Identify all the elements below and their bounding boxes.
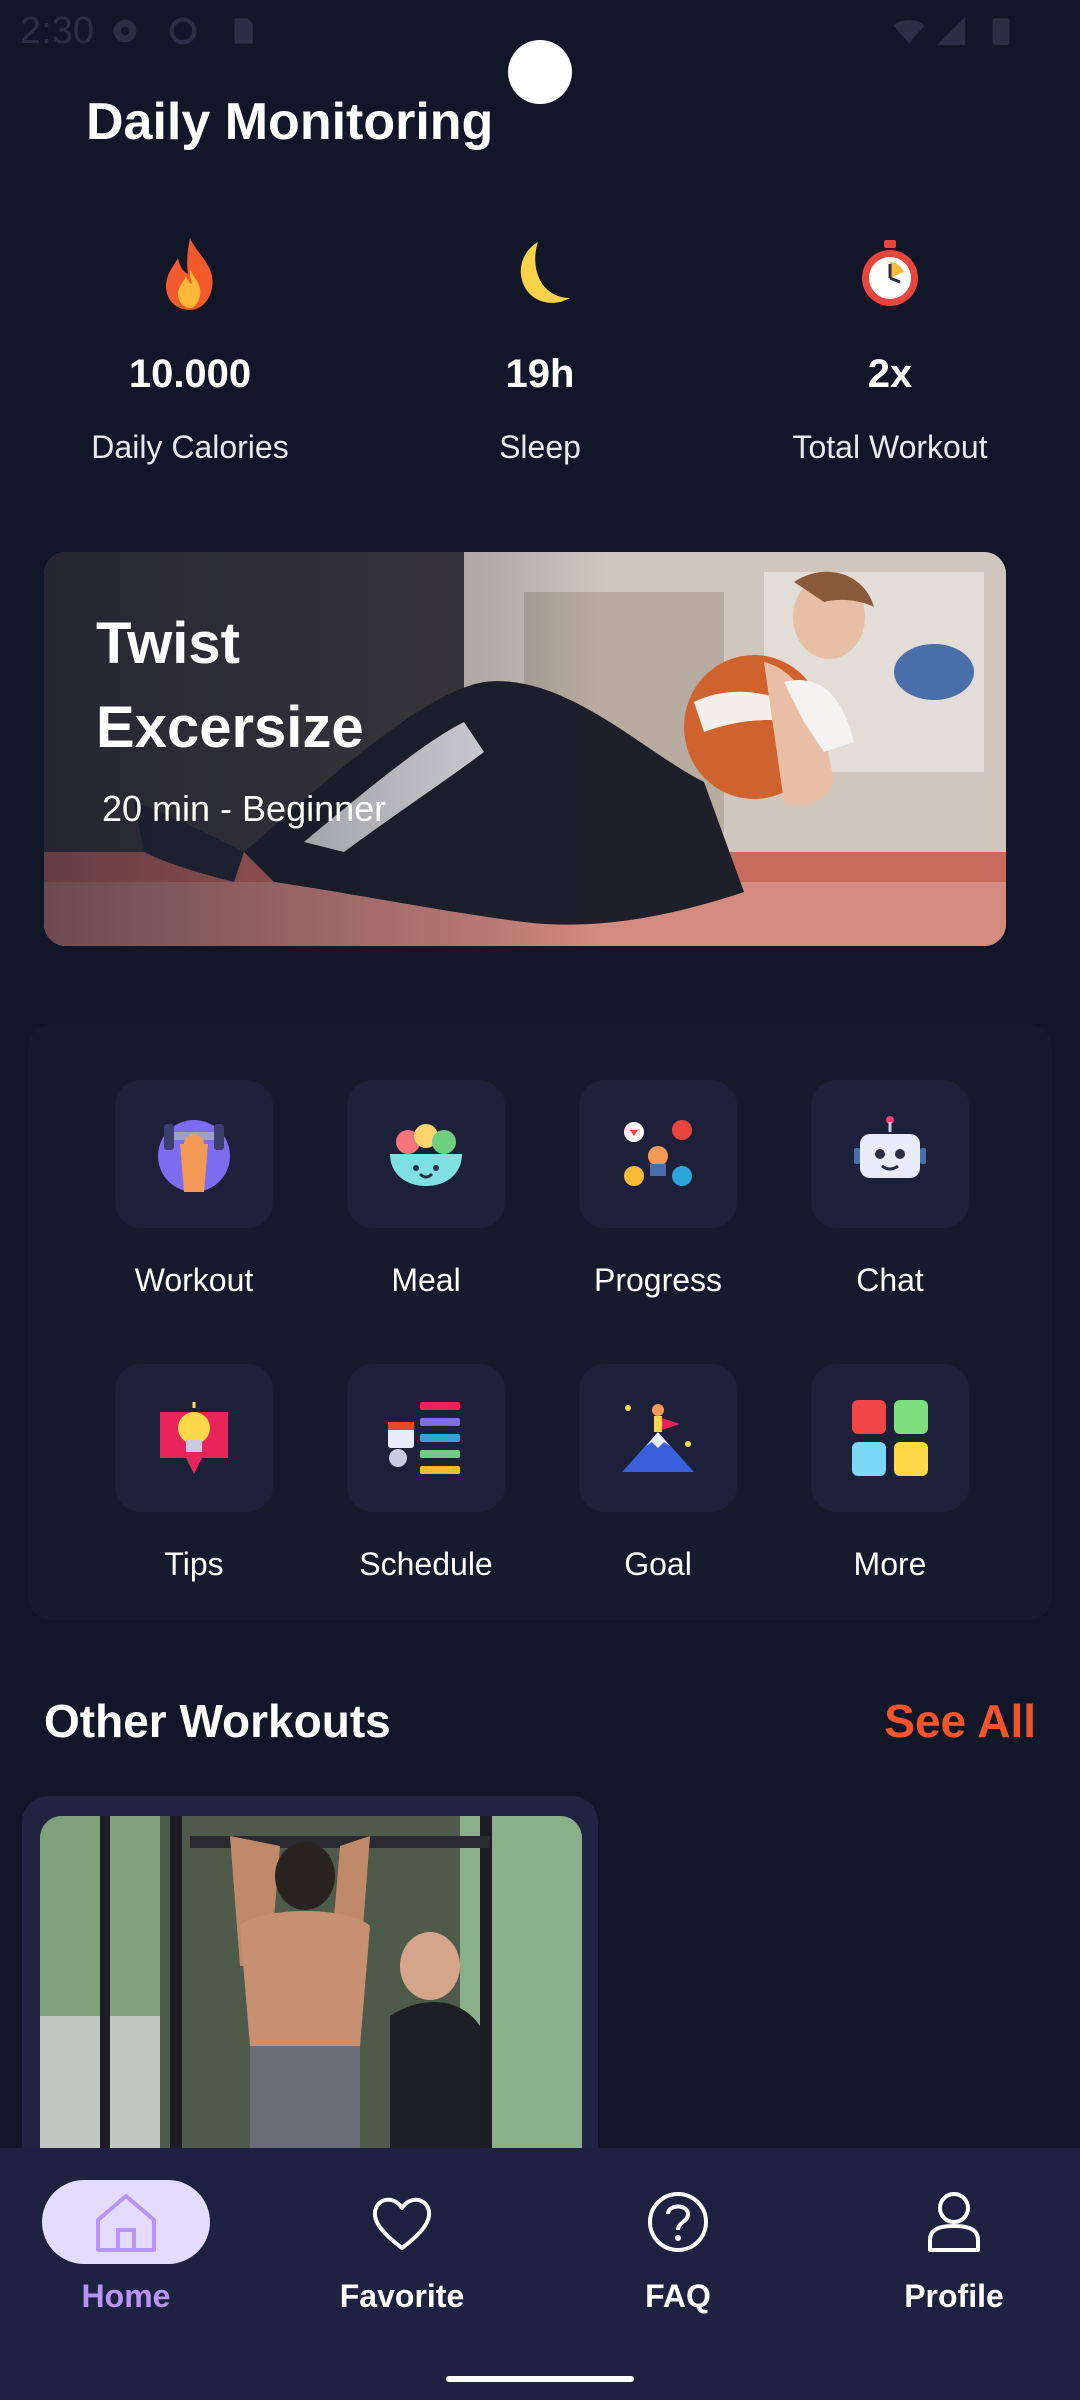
heart-icon	[372, 2197, 432, 2250]
bottom-navigation: Home Favorite FAQ Profile	[0, 2148, 1080, 2400]
nav-profile[interactable]: Profile	[854, 2180, 1054, 2315]
nav-label: Profile	[904, 2278, 1004, 2314]
stat-sleep: 19h Sleep	[390, 236, 690, 466]
stat-total-workout: 2x Total Workout	[740, 236, 1040, 466]
stat-label: Total Workout	[792, 429, 988, 465]
nav-label: Favorite	[339, 2278, 465, 2314]
stopwatch-icon	[862, 240, 918, 306]
nav-faq-indicator[interactable]	[594, 2180, 762, 2264]
feature-tile[interactable]	[347, 1364, 505, 1512]
feature-label: More	[853, 1546, 927, 1582]
mountain-flag-icon	[622, 1404, 694, 1472]
settings-icon	[169, 17, 197, 45]
camera-cutout	[508, 40, 572, 104]
home-icon	[96, 2194, 156, 2252]
robot-icon	[854, 1116, 926, 1178]
feature-label: Chat	[856, 1262, 924, 1298]
nav-home[interactable]: Home	[26, 2180, 226, 2315]
feature-tile[interactable]	[115, 1080, 273, 1228]
feature-label: Workout	[134, 1262, 254, 1298]
feature-tile[interactable]	[579, 1080, 737, 1228]
flame-icon	[166, 238, 213, 310]
feature-label: Meal	[391, 1262, 461, 1298]
nav-label: Home	[81, 2278, 171, 2314]
feature-label: Goal	[624, 1546, 692, 1582]
feature-meal[interactable]: Meal	[326, 1080, 526, 1299]
home-screen: 2:30 Daily Monitoring 10.000 Daily Calor…	[0, 0, 1080, 2400]
stat-label: Sleep	[499, 429, 581, 465]
hero-subtitle: 20 min - Beginner	[102, 788, 387, 829]
feature-chat[interactable]: Chat	[790, 1080, 990, 1299]
stat-value: 2x	[867, 352, 913, 396]
feature-label: Schedule	[359, 1546, 493, 1582]
hero-title: Twist Excersize	[96, 611, 364, 760]
wifi-icon	[893, 20, 925, 44]
nav-profile-indicator[interactable]	[870, 2180, 1038, 2264]
feature-tile[interactable]	[811, 1080, 969, 1228]
nav-faq[interactable]: FAQ	[578, 2180, 778, 2315]
feature-label: Progress	[593, 1262, 723, 1298]
dumbbell-icon	[158, 1120, 230, 1192]
feature-tips[interactable]: Tips	[94, 1364, 294, 1583]
feature-schedule[interactable]: Schedule	[326, 1364, 526, 1583]
feature-tile[interactable]	[811, 1364, 969, 1512]
stat-label: Daily Calories	[91, 429, 289, 465]
help-circle-icon	[648, 2192, 708, 2252]
feature-progress[interactable]: Progress	[558, 1080, 758, 1299]
moon-icon	[520, 242, 570, 303]
salad-bowl-icon	[390, 1124, 462, 1186]
featured-workout-card[interactable]: Twist Excersize 20 min - Beginner	[44, 552, 1006, 946]
status-time: 2:30	[20, 10, 94, 52]
gesture-home-indicator[interactable]	[446, 2376, 634, 2382]
grid-icon	[852, 1400, 928, 1476]
nav-favorite[interactable]: Favorite	[302, 2180, 502, 2315]
feature-tile[interactable]	[115, 1364, 273, 1512]
feature-more[interactable]: More	[790, 1364, 990, 1583]
stat-value: 19h	[505, 352, 575, 396]
feature-tile[interactable]	[347, 1080, 505, 1228]
signal-icon	[936, 16, 966, 46]
nav-label: FAQ	[645, 2278, 711, 2314]
nav-home-indicator[interactable]	[42, 2180, 210, 2264]
progress-people-icon	[624, 1120, 692, 1186]
sim-card-icon	[234, 18, 253, 44]
user-icon	[928, 2192, 980, 2252]
stat-value: 10.000	[128, 352, 252, 396]
stat-daily-calories: 10.000 Daily Calories	[40, 236, 340, 466]
other-workouts-title: Other Workouts	[44, 1695, 391, 1747]
battery-icon	[992, 18, 1010, 46]
nav-favorite-indicator[interactable]	[318, 2180, 486, 2264]
see-all-link[interactable]: See All	[884, 1694, 1036, 1748]
lightbulb-icon	[160, 1402, 228, 1474]
feature-tile[interactable]	[579, 1364, 737, 1512]
gear-icon	[113, 19, 137, 43]
feature-grid: Workout Meal Progress Chat Tips Schedule…	[28, 1024, 1052, 1620]
feature-workout[interactable]: Workout	[94, 1080, 294, 1299]
feature-label: Tips	[164, 1546, 224, 1582]
calendar-list-icon	[388, 1402, 460, 1474]
page-title: Daily Monitoring	[86, 93, 494, 151]
feature-goal[interactable]: Goal	[558, 1364, 758, 1583]
